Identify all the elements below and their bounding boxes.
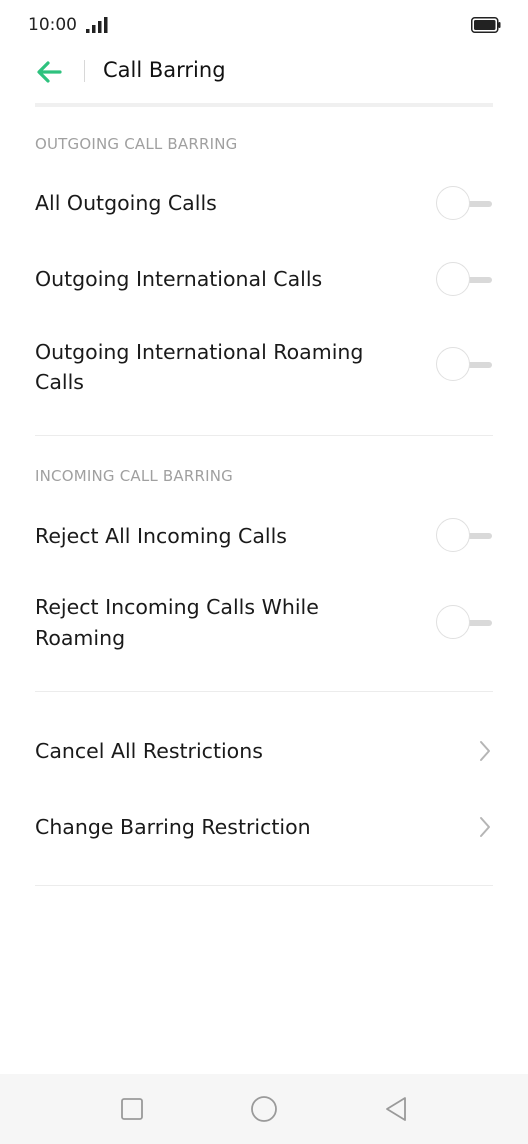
change-barring-restriction-item[interactable]: Change Barring Restriction bbox=[35, 801, 493, 853]
section-header-incoming: INCOMING CALL BARRING bbox=[35, 467, 233, 485]
section-divider bbox=[35, 691, 493, 692]
back-button[interactable] bbox=[30, 56, 70, 88]
toggle-knob bbox=[436, 186, 470, 220]
nav-back-button[interactable] bbox=[381, 1094, 411, 1124]
reject-incoming-calls-while-roaming-toggle[interactable] bbox=[435, 605, 493, 641]
setting-label: Change Barring Restriction bbox=[35, 815, 311, 839]
cancel-all-restrictions-item[interactable]: Cancel All Restrictions bbox=[35, 725, 493, 777]
setting-label: All Outgoing Calls bbox=[35, 191, 217, 215]
setting-outgoing-international-roaming-calls[interactable]: Outgoing International Roaming Calls bbox=[35, 335, 493, 397]
battery-full-icon bbox=[471, 17, 501, 33]
setting-label-line2: Calls bbox=[35, 370, 84, 394]
setting-label: Cancel All Restrictions bbox=[35, 739, 263, 763]
recents-button[interactable] bbox=[117, 1094, 147, 1124]
all-outgoing-calls-toggle[interactable] bbox=[435, 186, 493, 222]
section-divider bbox=[35, 885, 493, 886]
section-divider bbox=[35, 435, 493, 436]
setting-label-line1: Reject Incoming Calls While bbox=[35, 595, 319, 619]
toggle-knob bbox=[436, 262, 470, 296]
outgoing-international-roaming-calls-toggle[interactable] bbox=[435, 347, 493, 383]
outgoing-international-calls-toggle[interactable] bbox=[435, 262, 493, 298]
reject-all-incoming-calls-toggle[interactable] bbox=[435, 518, 493, 554]
triangle-back-icon bbox=[386, 1097, 406, 1121]
system-nav-bar bbox=[0, 1074, 528, 1144]
header-divider bbox=[84, 60, 85, 82]
chevron-right-icon bbox=[480, 741, 490, 761]
header-shadow-divider bbox=[35, 103, 493, 107]
toggle-knob bbox=[436, 605, 470, 639]
setting-label-line2: Roaming bbox=[35, 626, 126, 650]
arrow-left-icon bbox=[37, 61, 62, 83]
setting-label: Reject All Incoming Calls bbox=[35, 524, 287, 548]
setting-label-line1: Outgoing International Roaming bbox=[35, 340, 364, 364]
page-title: Call Barring bbox=[103, 58, 226, 82]
status-time: 10:00 bbox=[28, 15, 77, 35]
app-header: Call Barring bbox=[0, 50, 528, 100]
setting-reject-incoming-calls-while-roaming[interactable]: Reject Incoming Calls While Roaming bbox=[35, 592, 493, 654]
circle-icon bbox=[251, 1096, 277, 1122]
signal-bars-icon bbox=[86, 17, 108, 33]
setting-reject-all-incoming-calls[interactable]: Reject All Incoming Calls bbox=[35, 510, 493, 562]
section-header-outgoing: OUTGOING CALL BARRING bbox=[35, 135, 238, 153]
square-icon bbox=[121, 1098, 143, 1120]
toggle-knob bbox=[436, 347, 470, 381]
setting-outgoing-international-calls[interactable]: Outgoing International Calls bbox=[35, 254, 493, 306]
toggle-knob bbox=[436, 518, 470, 552]
status-bar: 10:00 bbox=[0, 0, 528, 50]
chevron-right-icon bbox=[480, 817, 490, 837]
home-button[interactable] bbox=[249, 1094, 279, 1124]
setting-label: Outgoing International Calls bbox=[35, 267, 323, 291]
setting-all-outgoing-calls[interactable]: All Outgoing Calls bbox=[35, 178, 493, 230]
